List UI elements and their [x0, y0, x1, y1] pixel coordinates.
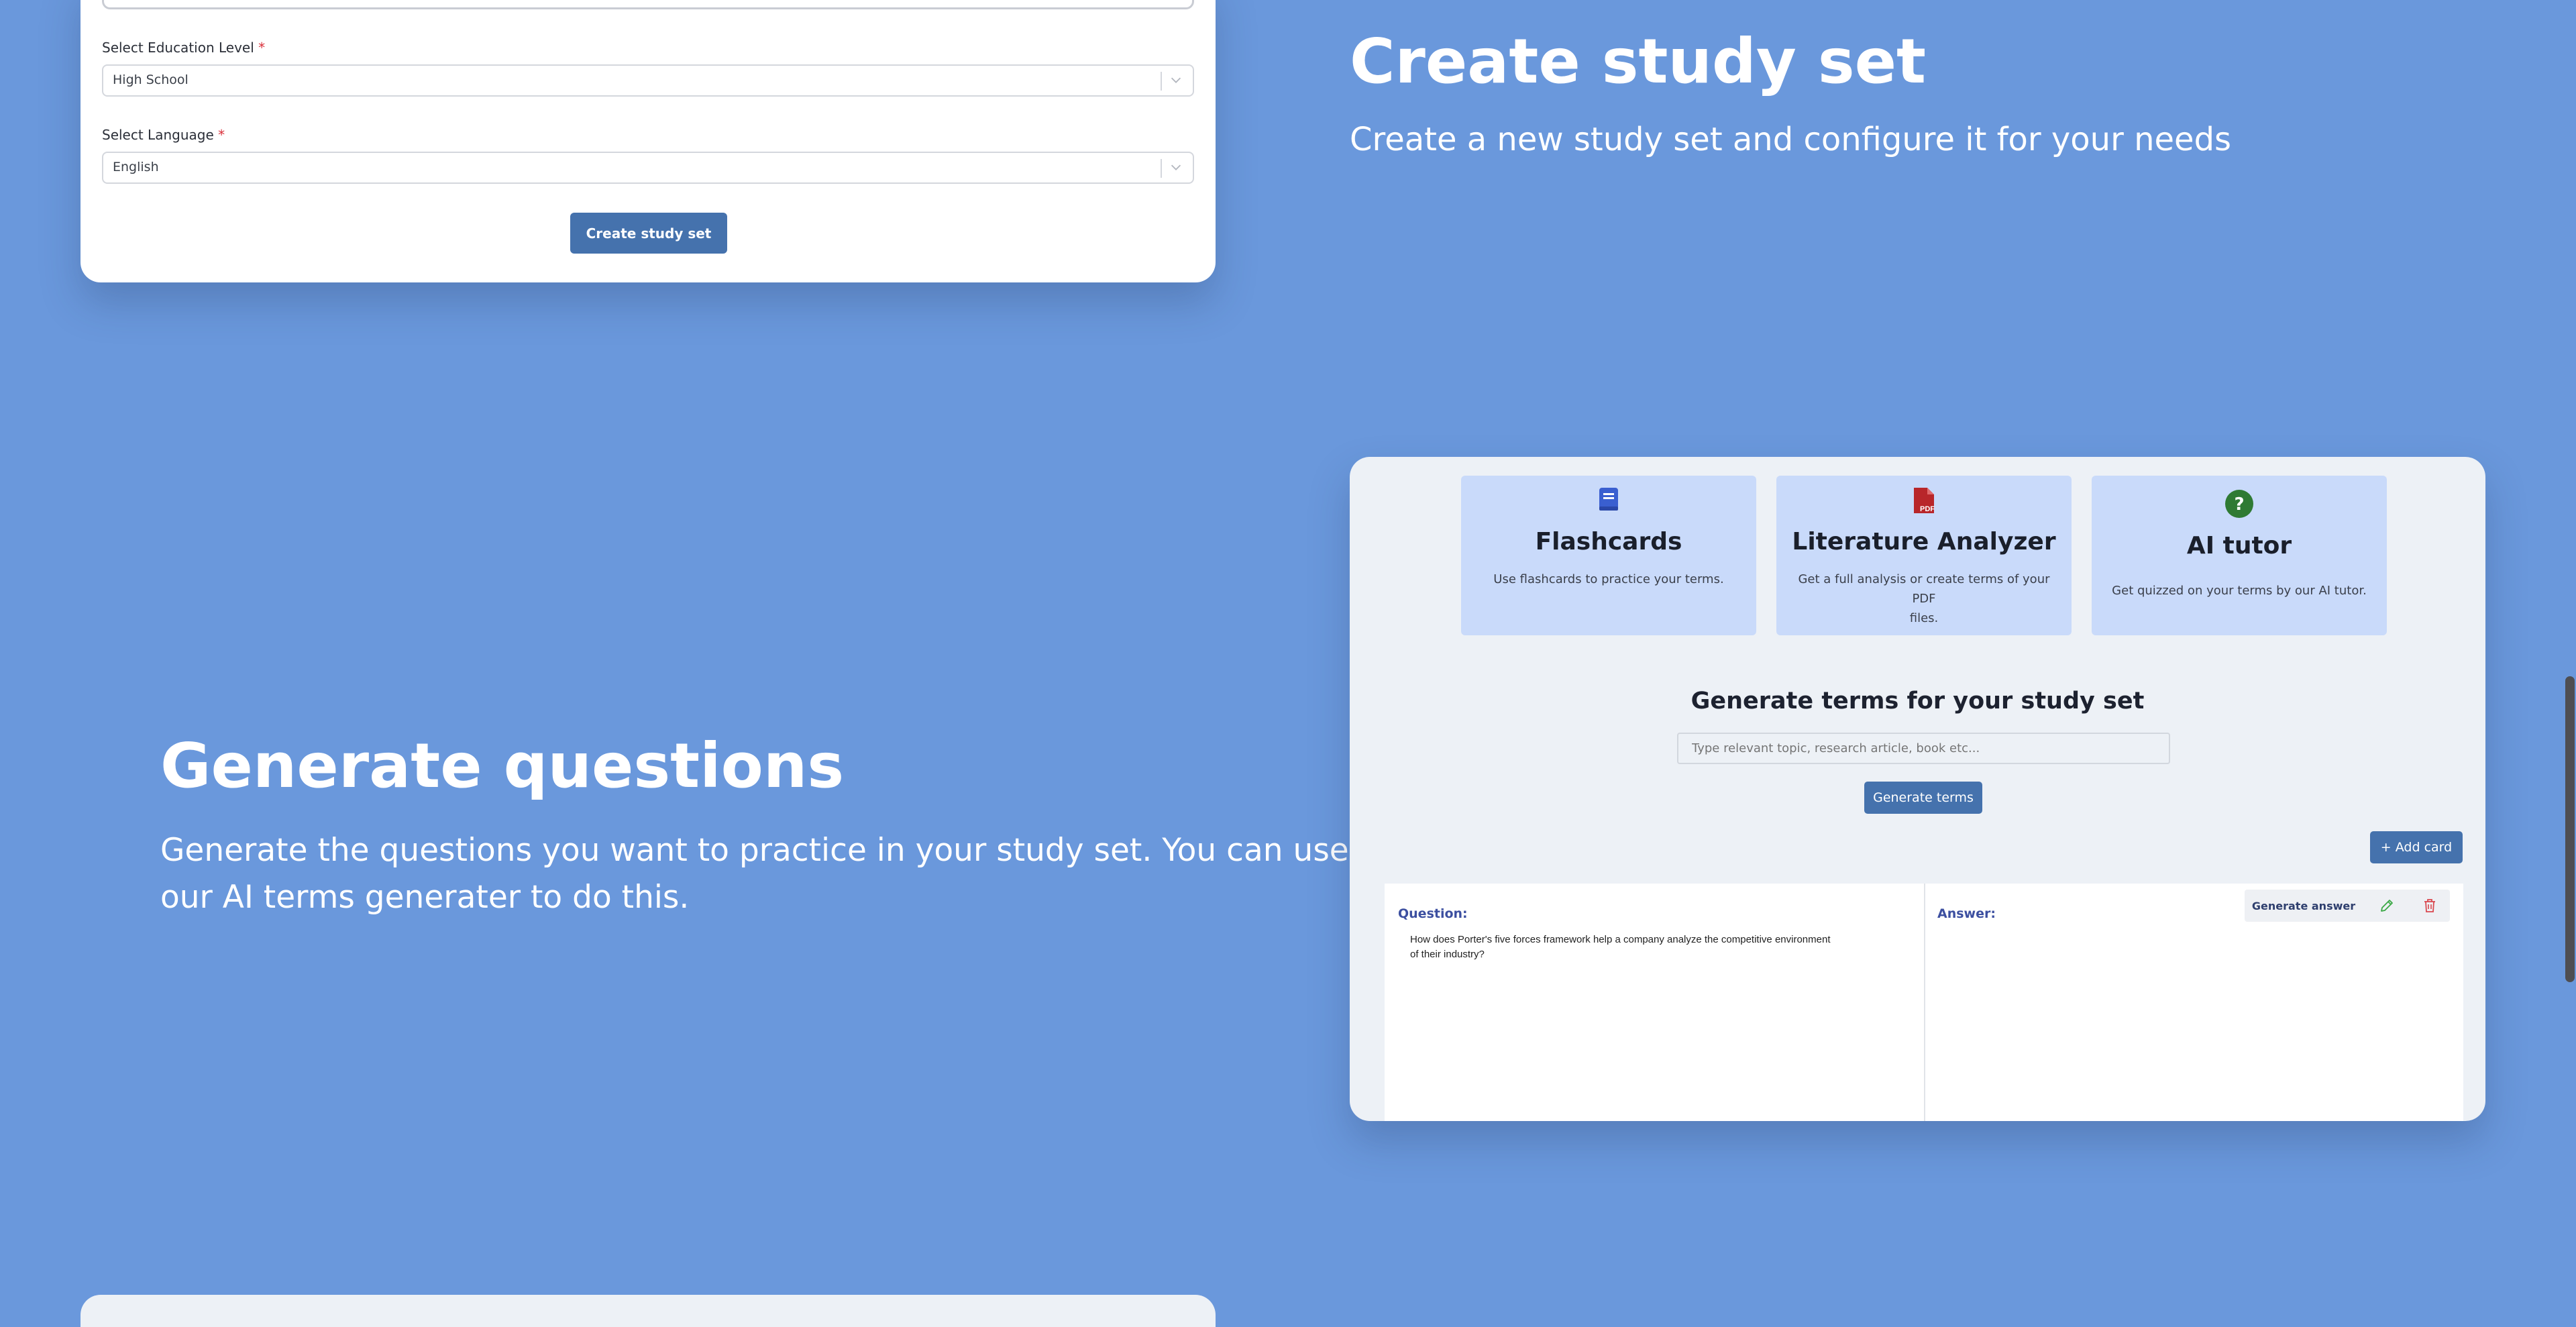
feature-description: Get quizzed on your terms by our AI tuto… — [2112, 584, 2367, 598]
feature-flashcards[interactable]: Flashcards Use flashcards to practice yo… — [1461, 476, 1756, 635]
book-icon — [1599, 488, 1618, 511]
generate-questions-subtitle: Generate the questions you want to pract… — [160, 832, 1349, 916]
page-scrollbar[interactable] — [2564, 0, 2576, 1327]
language-label: Select Language * — [102, 127, 225, 143]
education-level-select[interactable]: High School — [102, 64, 1194, 97]
chevron-down-icon — [1171, 164, 1181, 170]
question-icon: ? — [2225, 490, 2253, 518]
generate-questions-title: Generate questions — [160, 730, 845, 802]
question-label: Question: — [1398, 906, 1468, 921]
create-study-set-form-card: Select Education Level * High School Sel… — [80, 0, 1216, 282]
language-select[interactable]: English — [102, 152, 1194, 184]
feature-ai-tutor[interactable]: ? AI tutor Get quizzed on your terms by … — [2092, 476, 2387, 635]
title-input-partial[interactable] — [102, 0, 1194, 9]
term-card: Question: How does Porter's five forces … — [1385, 884, 2463, 1121]
create-study-set-button[interactable]: Create study set — [570, 213, 727, 254]
feature-title: Literature Analyzer — [1792, 528, 2056, 555]
add-card-button[interactable]: + Add card — [2370, 831, 2463, 863]
next-section-card — [80, 1295, 1216, 1327]
generate-terms-button[interactable]: Generate terms — [1864, 782, 1982, 814]
create-study-set-subtitle: Create a new study set and configure it … — [1350, 121, 2232, 158]
svg-text:PDF: PDF — [1920, 505, 1935, 513]
answer-label: Answer: — [1937, 906, 1996, 921]
education-level-label: Select Education Level * — [102, 40, 266, 56]
generate-terms-title: Generate terms for your study set — [1690, 688, 2145, 714]
feature-description: Use flashcards to practice your terms. — [1493, 572, 1724, 586]
feature-literature-analyzer[interactable]: PDF Literature Analyzer Get a full analy… — [1776, 476, 2072, 635]
card-actions: Generate answer — [2245, 890, 2450, 922]
education-level-value: High School — [113, 72, 189, 87]
generate-answer-button[interactable]: Generate answer — [2245, 890, 2363, 922]
trash-icon[interactable] — [2422, 898, 2438, 914]
svg-text:?: ? — [2234, 494, 2244, 515]
study-set-preview-card: Flashcards Use flashcards to practice yo… — [1350, 457, 2485, 1121]
scrollbar-thumb[interactable] — [2565, 676, 2575, 982]
pdf-icon: PDF — [1914, 488, 1935, 513]
feature-title: Flashcards — [1535, 528, 1682, 555]
feature-description: Get a full analysis or create terms of y… — [1798, 572, 2050, 625]
question-text[interactable]: How does Porter's five forces framework … — [1410, 933, 1907, 962]
topic-input[interactable] — [1677, 733, 2170, 764]
language-value: English — [113, 160, 159, 174]
create-study-set-title: Create study set — [1350, 25, 1926, 97]
edit-pencil-icon[interactable] — [2379, 898, 2395, 914]
chevron-down-icon — [1171, 77, 1181, 83]
feature-title: AI tutor — [2186, 532, 2292, 560]
